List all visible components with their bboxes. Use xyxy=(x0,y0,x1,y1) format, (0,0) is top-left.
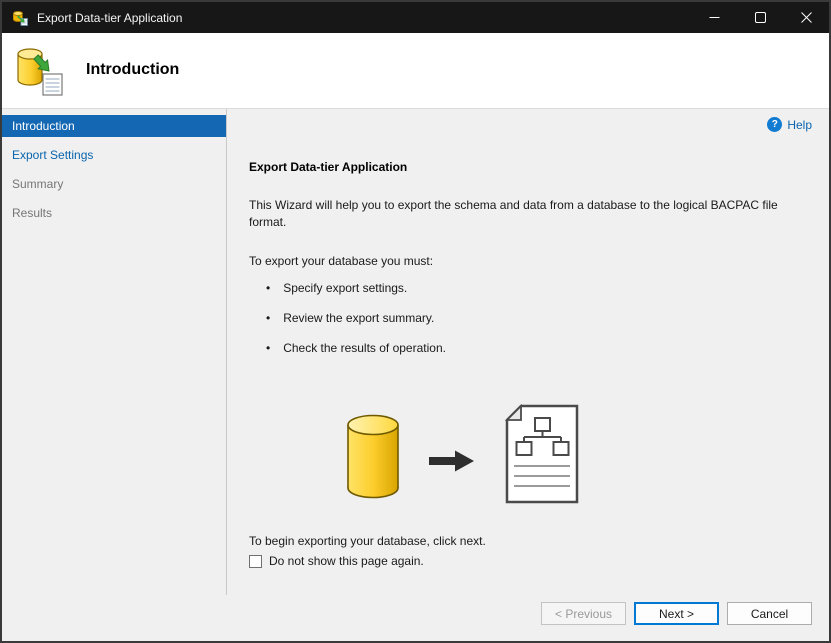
requirements-label: To export your database you must: xyxy=(249,254,434,268)
arrow-right-icon xyxy=(429,449,475,476)
sidebar-item-export-settings[interactable]: Export Settings xyxy=(2,144,226,166)
cancel-button[interactable]: Cancel xyxy=(727,602,812,625)
window-title: Export Data-tier Application xyxy=(37,10,183,25)
next-button[interactable]: Next > xyxy=(634,602,719,625)
list-item: Specify export settings. xyxy=(266,280,446,297)
titlebar: Export Data-tier Application xyxy=(2,2,829,33)
list-item: Review the export summary. xyxy=(266,310,446,327)
wizard-footer: < Previous Next > Cancel xyxy=(2,595,829,641)
close-icon xyxy=(800,12,812,23)
dont-show-checkbox[interactable] xyxy=(249,554,262,568)
dont-show-checkbox-label[interactable]: Do not show this page again. xyxy=(269,554,424,568)
bacpac-file-icon xyxy=(504,403,580,507)
export-wizard-window: Export Data-tier Application Introductio… xyxy=(0,0,831,643)
help-link[interactable]: ? Help xyxy=(767,117,812,132)
intro-paragraph: This Wizard will help you to export the … xyxy=(249,198,778,229)
help-label: Help xyxy=(787,117,812,132)
minimize-icon xyxy=(709,17,719,18)
content-heading: Export Data-tier Application xyxy=(249,160,408,174)
database-export-icon xyxy=(14,44,66,98)
page-title: Introduction xyxy=(86,61,180,78)
previous-button[interactable]: < Previous xyxy=(541,602,626,625)
wizard-steps-sidebar: Introduction Export Settings Summary Res… xyxy=(2,109,227,595)
sidebar-item-introduction[interactable]: Introduction xyxy=(2,115,226,137)
close-button[interactable] xyxy=(783,2,829,33)
database-export-icon xyxy=(12,10,28,26)
window-controls xyxy=(691,2,829,33)
wizard-header: Introduction xyxy=(2,33,829,109)
maximize-button[interactable] xyxy=(737,2,783,33)
database-cylinder-icon xyxy=(346,414,400,503)
requirements-list: Specify export settings. Review the expo… xyxy=(266,280,446,370)
dont-show-row: Do not show this page again. xyxy=(249,554,424,568)
help-question-icon: ? xyxy=(767,117,783,132)
sidebar-item-results: Results xyxy=(12,206,53,220)
maximize-icon xyxy=(754,12,766,23)
list-item: Check the results of operation. xyxy=(266,340,446,357)
begin-text: To begin exporting your database, click … xyxy=(249,534,486,548)
content-pane: ? Help Export Data-tier Application This… xyxy=(228,109,829,595)
minimize-button[interactable] xyxy=(691,2,737,33)
sidebar-item-summary: Summary xyxy=(12,177,64,191)
